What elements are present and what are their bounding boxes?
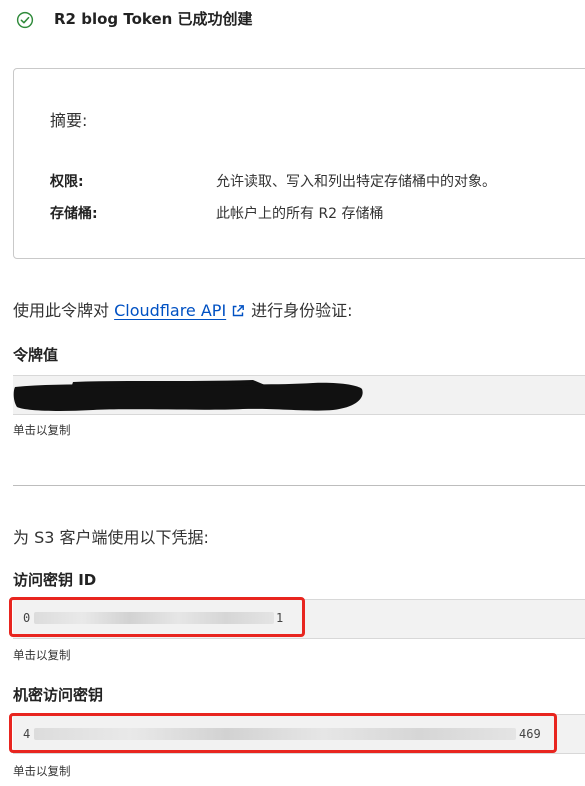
secret-key-copy-hint[interactable]: 单击以复制 bbox=[13, 763, 71, 779]
secret-key-highlight bbox=[9, 713, 557, 753]
summary-card: 摘要: 权限: 允许读取、写入和列出特定存储桶中的对象。 存储桶: 此帐户上的所… bbox=[13, 68, 585, 259]
summary-heading: 摘要: bbox=[50, 111, 88, 130]
success-banner bbox=[16, 8, 34, 32]
access-key-highlight bbox=[9, 597, 305, 637]
access-key-copy-hint[interactable]: 单击以复制 bbox=[13, 647, 71, 663]
token-redaction bbox=[13, 380, 363, 411]
auth-instruction: 使用此令牌对 Cloudflare API 进行身份验证: bbox=[13, 299, 353, 323]
token-copy-hint[interactable]: 单击以复制 bbox=[13, 422, 71, 438]
token-value-field[interactable] bbox=[13, 375, 585, 415]
permissions-value: 允许读取、写入和列出特定存储桶中的对象。 bbox=[216, 174, 496, 190]
cloudflare-api-link[interactable]: Cloudflare API bbox=[114, 301, 226, 320]
s3-intro: 为 S3 客户端使用以下凭据: bbox=[13, 528, 209, 547]
success-title: R2 blog Token 已成功创建 bbox=[54, 10, 253, 28]
auth-suffix: 进行身份验证: bbox=[251, 301, 353, 320]
access-key-label: 访问密钥 ID bbox=[13, 571, 97, 589]
check-circle-icon bbox=[16, 11, 34, 29]
permissions-label: 权限: bbox=[50, 174, 84, 190]
section-divider bbox=[13, 485, 585, 486]
secret-key-label: 机密访问密钥 bbox=[13, 686, 104, 704]
token-label: 令牌值 bbox=[13, 346, 59, 364]
buckets-label: 存储桶: bbox=[50, 206, 98, 222]
auth-prefix: 使用此令牌对 bbox=[13, 301, 110, 320]
buckets-value: 此帐户上的所有 R2 存储桶 bbox=[216, 206, 384, 222]
external-link-icon[interactable] bbox=[231, 304, 245, 318]
